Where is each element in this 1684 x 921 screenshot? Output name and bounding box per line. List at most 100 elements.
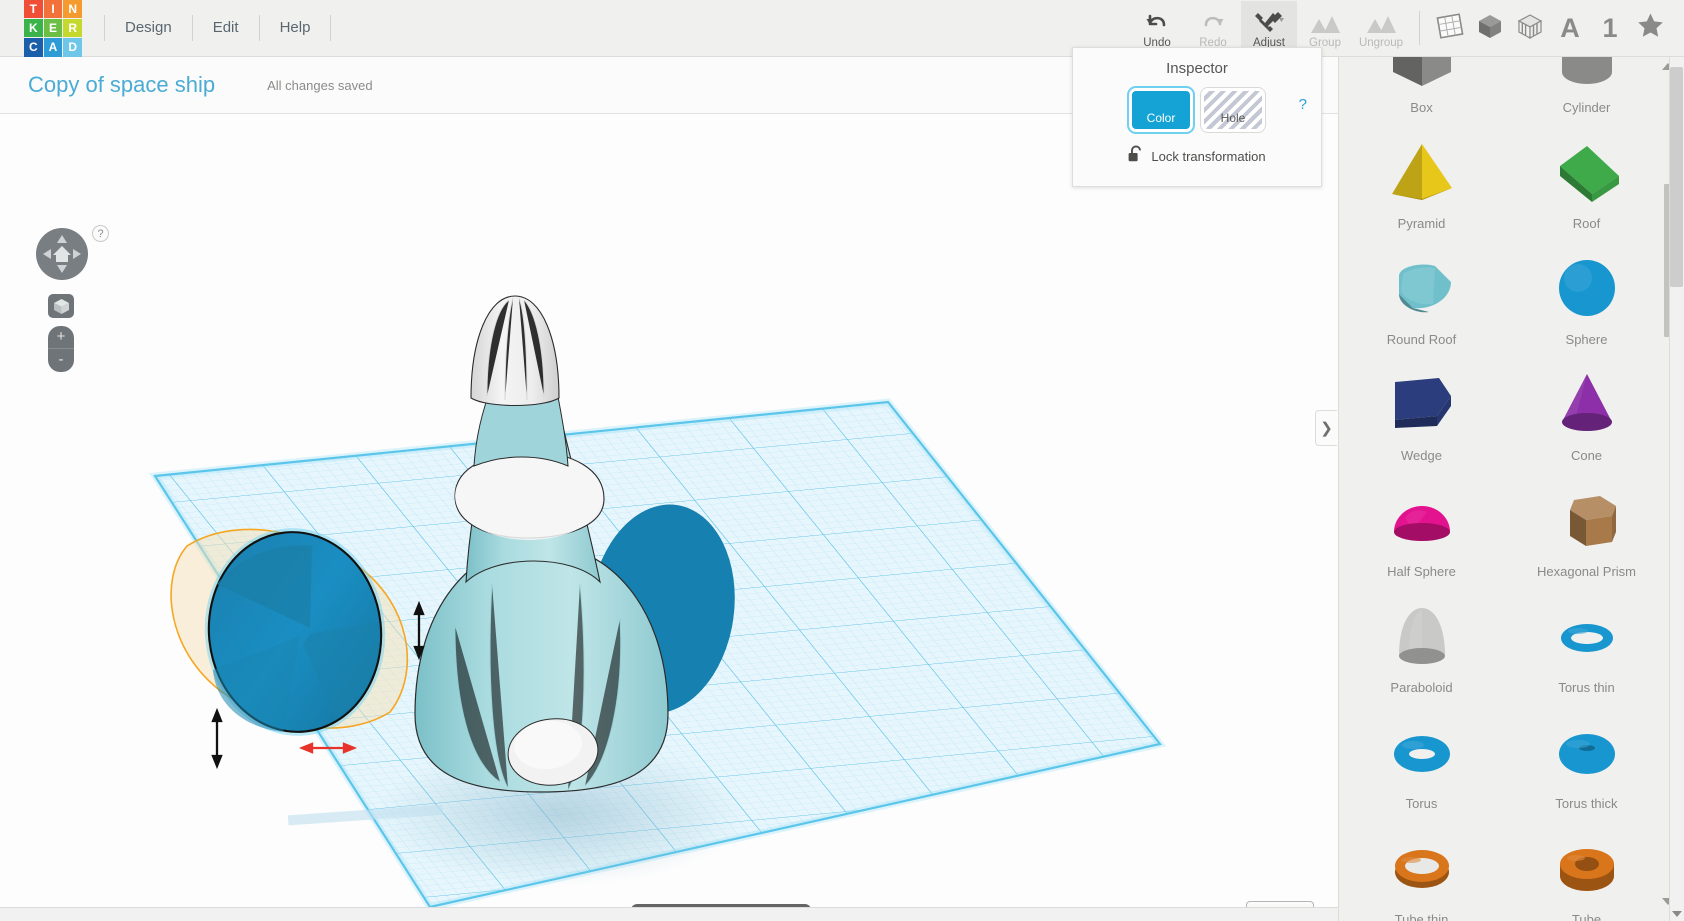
shape-label: Torus <box>1405 796 1438 811</box>
view-navigation-pad[interactable] <box>36 228 88 280</box>
fit-view-cube-button[interactable] <box>48 294 74 318</box>
main-menu: Design Edit Help <box>104 0 332 57</box>
menu-item-design[interactable]: Design <box>104 15 193 41</box>
window-scroll-down-icon[interactable] <box>1672 911 1682 917</box>
logo-tile-k: K <box>24 18 43 38</box>
roundroof-icon <box>1383 248 1461 330</box>
shape-item-torusthick[interactable]: Torus thick <box>1504 699 1669 815</box>
cone-icon <box>1548 364 1626 446</box>
shape-item-torusthin[interactable]: Torus thin <box>1504 583 1669 699</box>
shape-item-tube[interactable]: Tube <box>1504 815 1669 921</box>
shape-item-paraboloid[interactable]: Paraboloid <box>1339 583 1504 699</box>
cube-icon <box>1476 12 1504 45</box>
inspector-swatches: Color Hole <box>1073 91 1321 129</box>
tinkercad-logo[interactable]: TIN KER CAD <box>24 0 82 57</box>
toolbar-divider <box>1419 11 1420 45</box>
inspector-panel: Inspector Color Hole ? Lock transformati… <box>1072 47 1322 187</box>
zoom-controls[interactable]: + - <box>48 326 74 372</box>
sphere-icon <box>1548 248 1626 330</box>
shape-label: Torus thin <box>1558 680 1615 695</box>
small-cube-icon <box>53 298 69 314</box>
text-tool-button[interactable]: A <box>1550 6 1590 51</box>
adjust-icon <box>1254 8 1284 34</box>
logo-tile-d: D <box>63 38 82 57</box>
logo-tile-t: T <box>24 0 43 18</box>
ungroup-button[interactable]: Ungroup <box>1353 1 1409 56</box>
shape-label: Torus thick <box>1555 796 1618 811</box>
inspector-help-button[interactable]: ? <box>1299 96 1307 113</box>
canvas-bottom-strip <box>0 907 1338 921</box>
shape-label: Pyramid <box>1397 216 1446 231</box>
halfsphere-icon <box>1383 480 1461 562</box>
number-tool-button[interactable]: 1 <box>1590 6 1630 51</box>
group-icon <box>1309 8 1341 34</box>
zoom-out-button[interactable]: - <box>48 349 74 372</box>
logo-tile-c: C <box>24 38 43 57</box>
window-scroll-thumb[interactable] <box>1670 67 1683 287</box>
unlock-icon <box>1128 145 1142 167</box>
torusthick-icon <box>1548 712 1626 794</box>
torusthin-icon <box>1548 596 1626 678</box>
color-swatch-label: Color <box>1146 111 1176 125</box>
window-scrollbar[interactable] <box>1669 57 1684 921</box>
color-swatch-button[interactable]: Color <box>1132 91 1190 129</box>
redo-icon <box>1201 8 1225 34</box>
cylinder-icon <box>1548 57 1626 98</box>
shape-label: Sphere <box>1565 332 1608 347</box>
shapes-grid: Box Cylinder Pyramid Roof Round Roof Sphere We… <box>1339 57 1669 921</box>
shape-item-cone[interactable]: Cone <box>1504 351 1669 467</box>
lock-transformation-row[interactable]: Lock transformation <box>1073 145 1321 167</box>
solid-cube-button[interactable] <box>1470 6 1510 51</box>
nav-arrows-icon <box>43 235 81 273</box>
collapse-shapes-panel-button[interactable]: ❯ <box>1315 410 1337 446</box>
3d-canvas[interactable]: ? + - ✕ Dismiss Mirror Tool Edit grid Sn… <box>0 114 1338 907</box>
shape-item-tubethin[interactable]: Tube thin <box>1339 815 1504 921</box>
box-icon <box>1383 57 1461 98</box>
shape-label: Tube thin <box>1394 912 1449 921</box>
scene-render <box>0 114 1338 907</box>
logo-tile-n: N <box>63 0 82 18</box>
logo-tile-i: I <box>43 0 63 18</box>
shape-item-halfsphere[interactable]: Half Sphere <box>1339 467 1504 583</box>
wedge-icon <box>1383 364 1461 446</box>
shape-item-torus[interactable]: Torus <box>1339 699 1504 815</box>
top-toolbar: TINKERCAD Design Edit Help Undo Redo Adj… <box>0 0 1684 57</box>
shape-label: Paraboloid <box>1390 680 1453 695</box>
digit-one-icon: 1 <box>1602 12 1618 43</box>
zoom-in-button[interactable]: + <box>48 326 74 349</box>
transparent-cube-button[interactable] <box>1510 6 1550 51</box>
shape-label: Roof <box>1572 216 1601 231</box>
ungroup-label: Ungroup <box>1358 36 1404 49</box>
shape-item-pyramid[interactable]: Pyramid <box>1339 119 1504 235</box>
star-icon <box>1637 12 1664 44</box>
shape-item-box[interactable]: Box <box>1339 57 1504 119</box>
workplane-grid-button[interactable] <box>1430 6 1470 51</box>
pyramid-icon <box>1383 132 1461 214</box>
shape-label: Half Sphere <box>1387 564 1456 579</box>
shape-label: Round Roof <box>1386 332 1457 347</box>
logo-tile-e: E <box>43 18 63 38</box>
shape-label: Tube <box>1571 912 1602 921</box>
paraboloid-icon <box>1383 596 1461 678</box>
shape-item-roof[interactable]: Roof <box>1504 119 1669 235</box>
shapes-panel: Box Cylinder Pyramid Roof Round Roof Sphere We… <box>1338 57 1684 921</box>
menu-item-edit[interactable]: Edit <box>193 15 260 41</box>
menu-item-help[interactable]: Help <box>260 15 332 41</box>
shape-label: Hexagonal Prism <box>1537 564 1636 579</box>
shape-label: Cylinder <box>1562 100 1611 115</box>
logo-tile-a: A <box>43 38 63 57</box>
letter-a-icon: A <box>1560 12 1580 43</box>
shape-label: Box <box>1410 100 1433 115</box>
workplane-grid-icon <box>1435 11 1465 46</box>
document-title[interactable]: Copy of space ship <box>28 72 215 98</box>
lock-transformation-label: Lock transformation <box>1151 148 1266 164</box>
shape-item-cylinder[interactable]: Cylinder <box>1504 57 1669 119</box>
shape-item-roundroof[interactable]: Round Roof <box>1339 235 1504 351</box>
shape-item-hexprism[interactable]: Hexagonal Prism <box>1504 467 1669 583</box>
shape-item-wedge[interactable]: Wedge <box>1339 351 1504 467</box>
shape-item-sphere[interactable]: Sphere <box>1504 235 1669 351</box>
canvas-help-button[interactable]: ? <box>92 225 109 242</box>
favorites-button[interactable] <box>1630 6 1670 51</box>
undo-icon <box>1145 8 1169 34</box>
hole-swatch-button[interactable]: Hole <box>1204 91 1262 129</box>
